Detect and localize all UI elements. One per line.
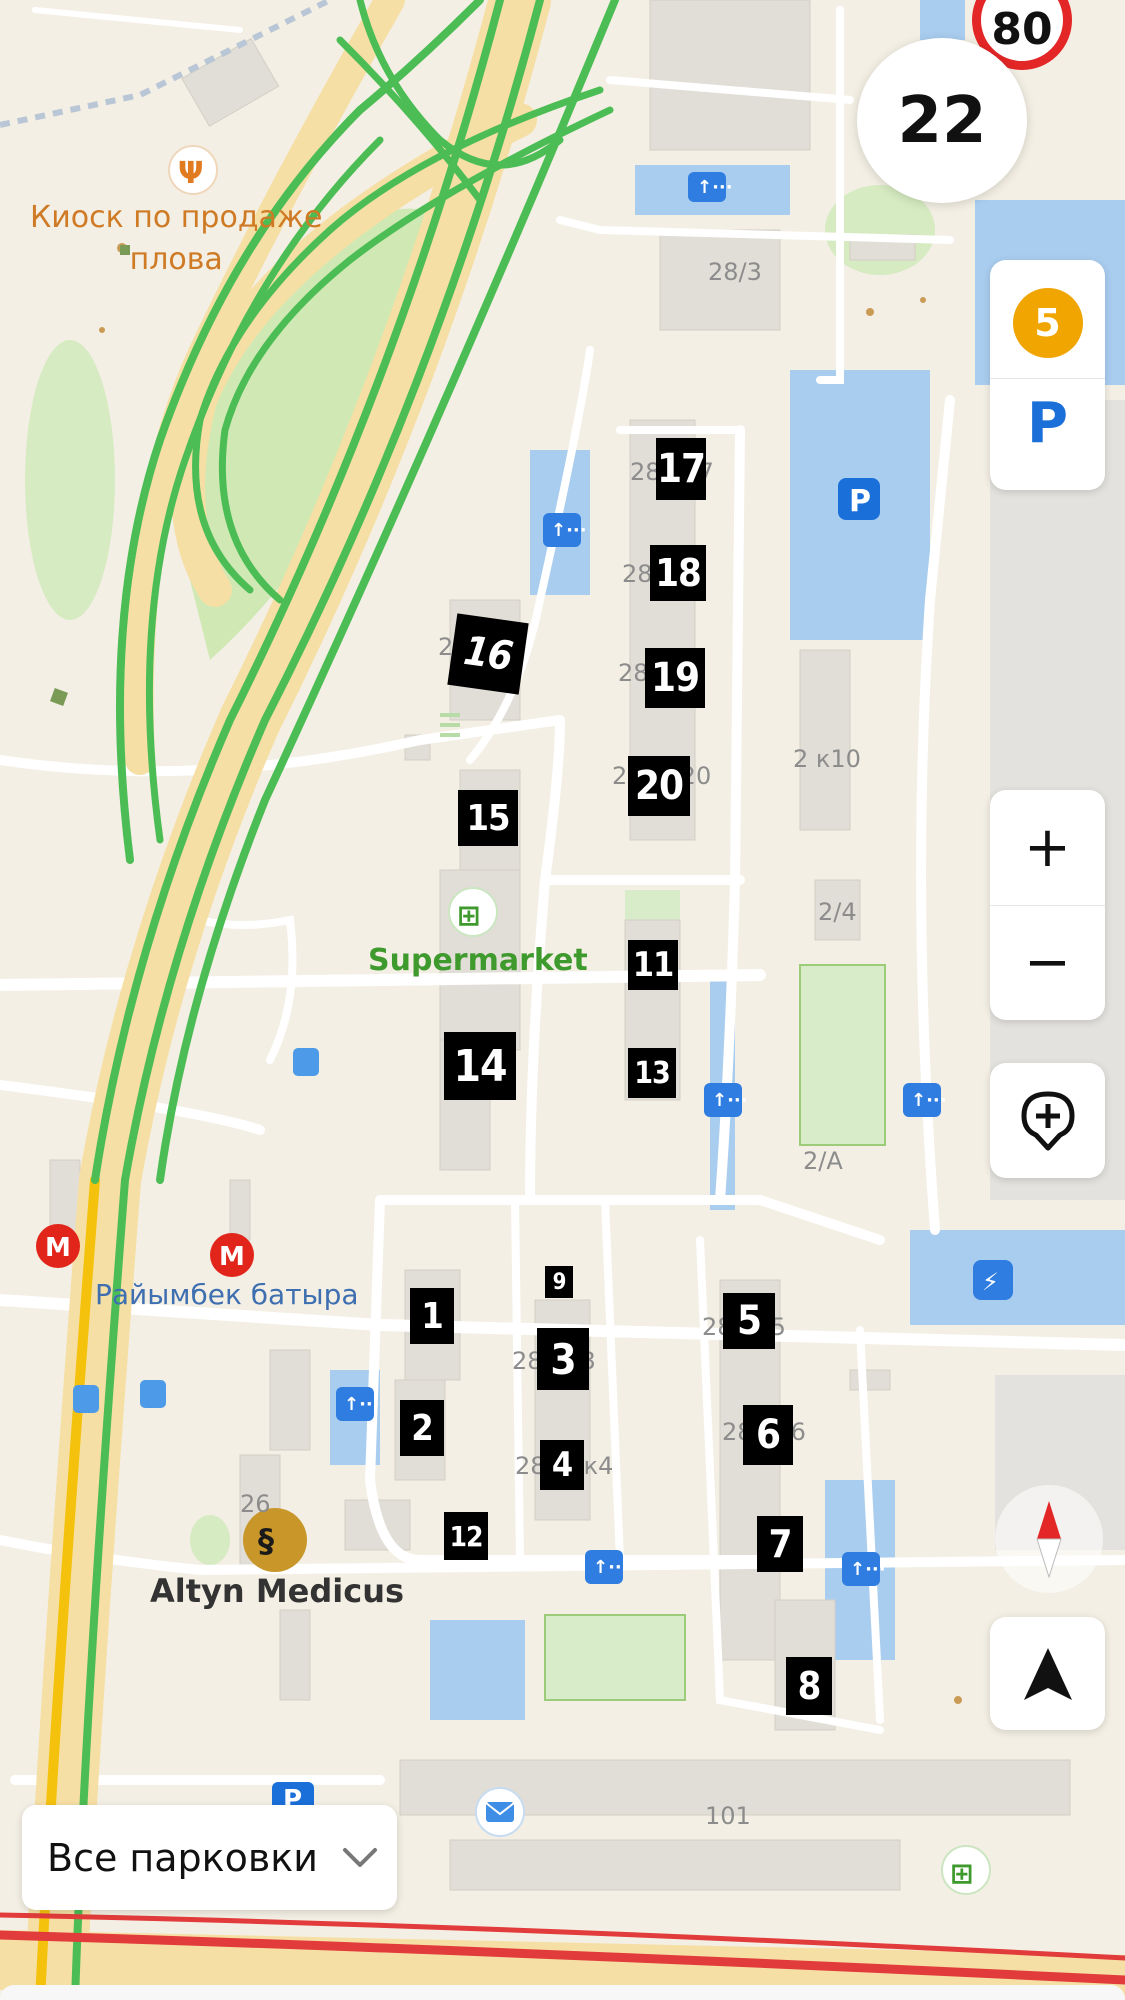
current-speed: 22	[857, 38, 1027, 203]
building-marker[interactable]: 19	[645, 648, 705, 708]
parking-filter-label: Все парковки	[47, 1835, 318, 1880]
house-number: 2/4	[818, 898, 857, 926]
zoom-in-button[interactable]: +	[990, 791, 1105, 905]
svg-text:⊞: ⊞	[457, 899, 480, 932]
building-marker[interactable]: 6	[743, 1405, 793, 1465]
park-area	[25, 340, 115, 620]
svg-text:↑···: ↑···	[551, 520, 587, 541]
svg-text:§: §	[258, 1522, 274, 1560]
divider	[990, 378, 1105, 379]
building-marker[interactable]: 18	[650, 545, 706, 601]
metro-label[interactable]: Райымбек батыра	[95, 1278, 359, 1311]
building-marker[interactable]: 11	[628, 940, 678, 990]
parking-area	[430, 1620, 525, 1720]
chevron-down-icon	[342, 1847, 377, 1867]
building-marker[interactable]: 9	[545, 1266, 573, 1298]
kiosk-label[interactable]: Киоск по продаже плова	[30, 197, 322, 281]
compass-button[interactable]	[995, 1485, 1103, 1593]
svg-text:P: P	[849, 484, 871, 519]
building-marker[interactable]: 20	[628, 756, 690, 816]
parking-count-badge[interactable]: 5	[1012, 288, 1083, 358]
building-marker[interactable]: 14	[444, 1032, 516, 1100]
svg-text:M: M	[45, 1233, 71, 1263]
zoom-control: + −	[990, 790, 1105, 1020]
building-marker[interactable]: 2	[400, 1400, 444, 1456]
parking-filter-button[interactable]: Все парковки	[22, 1805, 397, 1910]
add-place-icon	[1021, 1091, 1074, 1150]
current-speed-value: 22	[897, 83, 987, 158]
svg-text:↑···: ↑···	[911, 1090, 947, 1111]
bottom-sheet-edge[interactable]	[0, 1985, 1125, 2000]
park-area	[190, 1515, 230, 1565]
house-number: 101	[705, 1802, 751, 1830]
building-marker[interactable]: 17	[656, 438, 706, 500]
sports-field	[799, 964, 886, 1146]
building-marker[interactable]: 1	[410, 1288, 454, 1344]
supermarket-label[interactable]: Supermarket	[368, 943, 588, 978]
house-number: 2/А	[803, 1147, 843, 1175]
parking-toggle-button[interactable]: P	[1027, 391, 1068, 456]
sports-field	[544, 1614, 686, 1701]
svg-text:M: M	[219, 1242, 245, 1272]
svg-text:↑···: ↑···	[850, 1559, 886, 1580]
add-place-button[interactable]	[990, 1063, 1105, 1178]
building-marker[interactable]: 16	[447, 613, 529, 695]
house-number: 26	[240, 1490, 271, 1518]
svg-text:⊞: ⊞	[950, 1857, 973, 1890]
house-number: 2 к10	[793, 745, 861, 773]
building-marker[interactable]: 4	[540, 1440, 584, 1490]
navigation-arrow-icon	[1023, 1647, 1072, 1700]
parking-area	[910, 1230, 1125, 1325]
building-marker[interactable]: 13	[628, 1048, 676, 1098]
svg-text:Ψ: Ψ	[178, 156, 204, 191]
house-number: 28/3	[708, 258, 762, 286]
parking-area	[920, 0, 965, 40]
svg-text:⚡: ⚡	[982, 1268, 999, 1296]
building-marker[interactable]: 5	[723, 1293, 775, 1349]
compass-icon	[1036, 1501, 1062, 1579]
clinic-label[interactable]: Altyn Medicus	[150, 1572, 404, 1610]
svg-text:↑···: ↑···	[697, 177, 733, 198]
zoom-out-button[interactable]: −	[990, 906, 1105, 1020]
svg-text:↑···: ↑···	[712, 1090, 748, 1111]
parking-control: 5 P	[990, 260, 1105, 490]
building-marker[interactable]: 15	[458, 790, 518, 846]
svg-text:↑···: ↑···	[593, 1557, 629, 1578]
building-marker[interactable]: 3	[537, 1328, 589, 1390]
building-marker[interactable]: 8	[786, 1657, 832, 1715]
svg-text:↑···: ↑···	[344, 1394, 380, 1415]
map-canvas[interactable]: ↑··· ↑··· ↑··· ↑··· ↑··· ↑··· ↑··· P P ⚡…	[0, 0, 1125, 2000]
navigate-button[interactable]	[990, 1617, 1105, 1730]
building-marker[interactable]: 7	[757, 1516, 803, 1572]
building-marker[interactable]: 12	[444, 1512, 488, 1560]
speed-limit-value: 80	[991, 3, 1053, 55]
